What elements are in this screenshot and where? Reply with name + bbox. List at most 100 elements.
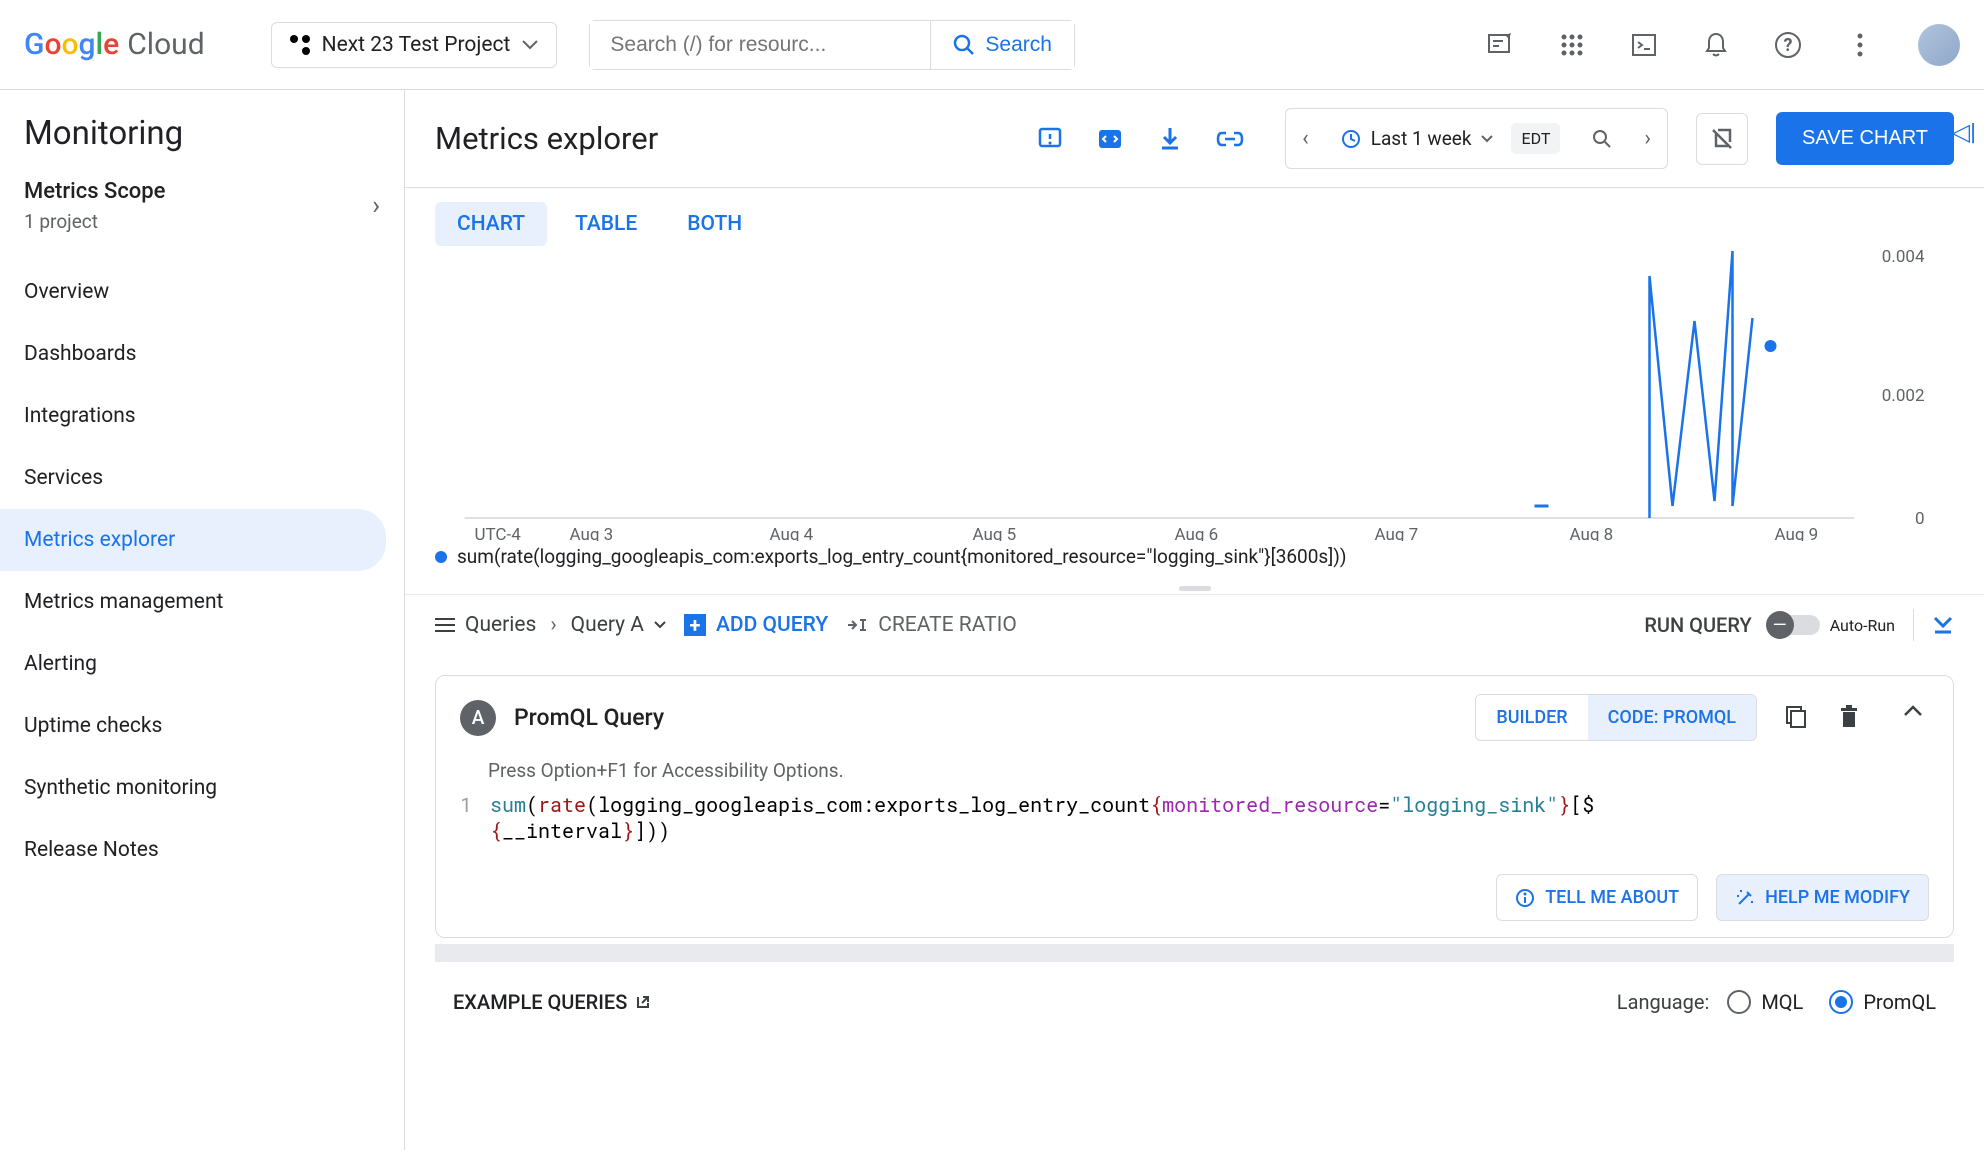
- example-queries-link[interactable]: EXAMPLE QUERIES: [453, 990, 651, 1014]
- view-tabs: CHART TABLE BOTH: [405, 188, 1984, 246]
- radio-promql[interactable]: PromQL: [1829, 990, 1936, 1014]
- clock-icon: [1341, 129, 1361, 149]
- separator: [1913, 609, 1914, 641]
- add-query-button[interactable]: + ADD QUERY: [684, 613, 828, 637]
- help-icon[interactable]: ?: [1774, 31, 1802, 59]
- radio-mql[interactable]: MQL: [1727, 990, 1803, 1014]
- query-ai-actions: TELL ME ABOUT HELP ME MODIFY: [436, 858, 1953, 937]
- notifications-icon[interactable]: [1702, 31, 1730, 59]
- time-range-nav: ‹ Last 1 week EDT ›: [1285, 108, 1668, 169]
- sidebar-item-synthetic-monitoring[interactable]: Synthetic monitoring: [0, 757, 404, 819]
- feedback-icon[interactable]: [1033, 122, 1067, 156]
- svg-text:0.004: 0.004: [1882, 247, 1925, 267]
- sidebar-item-uptime-checks[interactable]: Uptime checks: [0, 695, 404, 757]
- caret-down-icon: [1481, 135, 1493, 143]
- sidebar-item-services[interactable]: Services: [0, 447, 404, 509]
- project-name: Next 23 Test Project: [322, 33, 511, 57]
- bottom-row: EXAMPLE QUERIES Language: MQL PromQL: [405, 962, 1984, 1042]
- sidebar-item-label: Synthetic monitoring: [24, 776, 217, 800]
- time-next-button[interactable]: ›: [1628, 112, 1667, 165]
- timezone-badge: EDT: [1511, 123, 1560, 154]
- sidebar-item-metrics-management[interactable]: Metrics management: [0, 571, 404, 633]
- link-icon[interactable]: [1213, 122, 1247, 156]
- compare-off-icon[interactable]: [1696, 113, 1748, 165]
- external-link-icon: [635, 994, 651, 1010]
- copy-icon[interactable]: [1785, 705, 1811, 731]
- sidebar-item-release-notes[interactable]: Release Notes: [0, 819, 404, 881]
- scope-title: Metrics Scope: [24, 179, 165, 204]
- save-button-label: SAVE CHART: [1802, 127, 1928, 149]
- chart-legend: sum(rate(logging_googleapis_com:exports_…: [405, 541, 1984, 582]
- builder-mode-button[interactable]: BUILDER: [1476, 695, 1587, 740]
- code-mode-button[interactable]: CODE: PROMQL: [1588, 695, 1756, 740]
- radio-promql-label: PromQL: [1863, 990, 1936, 1014]
- more-icon[interactable]: [1846, 31, 1874, 59]
- ratio-icon: [846, 616, 868, 634]
- add-query-label: ADD QUERY: [716, 613, 828, 637]
- create-ratio-button[interactable]: CREATE RATIO: [846, 613, 1017, 637]
- time-range-picker[interactable]: Last 1 week EDT: [1325, 109, 1577, 168]
- svg-text:0: 0: [1915, 509, 1925, 529]
- queries-breadcrumb[interactable]: Queries › Query A: [435, 613, 666, 637]
- code-editor[interactable]: 1 sum(rate(logging_googleapis_com:export…: [436, 792, 1953, 858]
- header-utilities: ?: [1486, 24, 1960, 66]
- list-icon: [435, 617, 455, 633]
- query-card-header: A PromQL Query BUILDER CODE: PROMQL: [436, 676, 1953, 759]
- feedback-icon[interactable]: [1486, 31, 1514, 59]
- search-input[interactable]: [590, 21, 930, 69]
- save-chart-button[interactable]: SAVE CHART: [1776, 112, 1954, 165]
- sidebar-item-alerting[interactable]: Alerting: [0, 633, 404, 695]
- collapse-icon[interactable]: [1903, 705, 1929, 731]
- search-button[interactable]: Search: [930, 21, 1074, 69]
- sidebar-item-metrics-explorer[interactable]: Metrics explorer: [0, 509, 386, 571]
- sidebar-item-overview[interactable]: Overview: [0, 261, 404, 323]
- time-prev-button[interactable]: ‹: [1286, 112, 1325, 165]
- queries-label: Queries: [465, 613, 536, 637]
- svg-text:Aug 8: Aug 8: [1570, 525, 1614, 541]
- tab-both[interactable]: BOTH: [665, 202, 764, 246]
- language-radio-group: MQL PromQL: [1727, 990, 1936, 1014]
- svg-text:Aug 4: Aug 4: [770, 525, 814, 541]
- sidebar-item-dashboards[interactable]: Dashboards: [0, 323, 404, 385]
- section-divider: [435, 944, 1954, 962]
- sidebar-item-label: Alerting: [24, 652, 97, 676]
- sidebar-item-label: Services: [24, 466, 103, 490]
- metrics-scope[interactable]: Metrics Scope 1 project ›: [0, 171, 404, 261]
- zoom-button[interactable]: [1576, 115, 1628, 163]
- query-card: A PromQL Query BUILDER CODE: PROMQL Pres…: [435, 675, 1954, 938]
- svg-text:0.002: 0.002: [1882, 386, 1925, 406]
- project-icon: [290, 35, 310, 55]
- line-number: 1: [460, 792, 472, 844]
- cloud-shell-icon[interactable]: [1630, 31, 1658, 59]
- chevron-right-icon: ›: [550, 613, 556, 637]
- caret-down-icon: [654, 621, 666, 629]
- main-header: Metrics explorer ‹ Last 1 week EDT › SAV…: [405, 90, 1984, 188]
- run-query-button[interactable]: RUN QUERY: [1644, 613, 1751, 637]
- sidebar-item-label: Overview: [24, 280, 109, 304]
- tab-table[interactable]: TABLE: [553, 202, 659, 246]
- project-picker[interactable]: Next 23 Test Project: [271, 22, 558, 68]
- delete-icon[interactable]: [1839, 705, 1865, 731]
- avatar[interactable]: [1918, 24, 1960, 66]
- legend-dot-icon: [435, 551, 447, 563]
- resize-handle-icon[interactable]: [405, 582, 1984, 594]
- chart: 0.004 0.002 0 UTC-4 Aug 3 Aug 4 Aug 5 Au…: [435, 246, 1954, 541]
- create-ratio-label: CREATE RATIO: [878, 613, 1017, 637]
- svg-text:Aug 7: Aug 7: [1375, 525, 1419, 541]
- google-cloud-logo[interactable]: Google Cloud: [24, 27, 205, 62]
- expand-all-icon[interactable]: [1932, 615, 1954, 635]
- svg-text:Aug 3: Aug 3: [570, 525, 614, 541]
- auto-run-label: Auto-Run: [1830, 616, 1895, 635]
- chevron-right-icon: ›: [372, 191, 380, 221]
- help-me-modify-button[interactable]: HELP ME MODIFY: [1716, 874, 1929, 921]
- tab-chart[interactable]: CHART: [435, 202, 547, 246]
- auto-run-toggle[interactable]: — Auto-Run: [1770, 615, 1895, 635]
- sidebar-item-integrations[interactable]: Integrations: [0, 385, 404, 447]
- svg-text:UTC-4: UTC-4: [475, 525, 522, 541]
- apps-icon[interactable]: [1558, 31, 1586, 59]
- language-label: Language:: [1617, 990, 1710, 1014]
- tell-me-about-button[interactable]: TELL ME ABOUT: [1496, 874, 1698, 921]
- download-icon[interactable]: [1153, 122, 1187, 156]
- help-me-modify-label: HELP ME MODIFY: [1765, 887, 1910, 908]
- code-icon[interactable]: [1093, 122, 1127, 156]
